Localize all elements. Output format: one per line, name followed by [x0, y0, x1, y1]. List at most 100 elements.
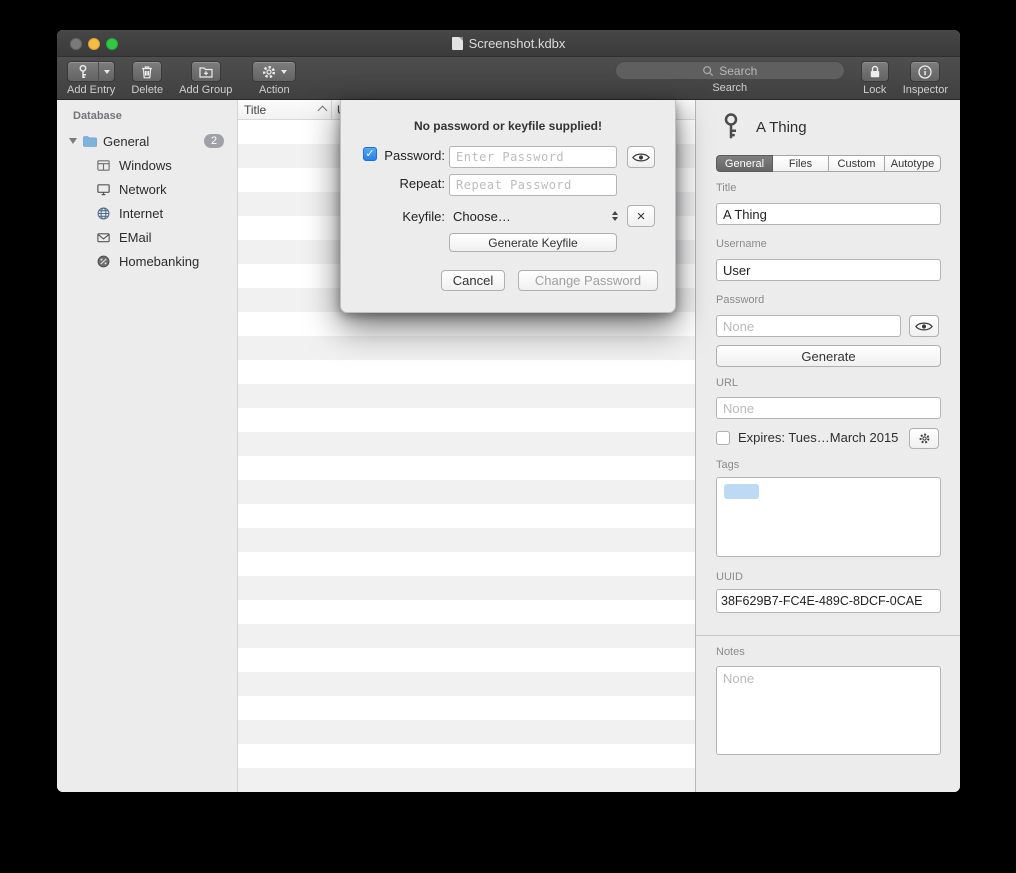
keyfile-value: Choose…: [453, 209, 511, 224]
change-password-dialog: No password or keyfile supplied! ✓ Passw…: [340, 100, 676, 313]
show-password-button[interactable]: [909, 315, 939, 337]
password-input[interactable]: [449, 146, 617, 168]
sidebar-header: Database: [73, 110, 237, 122]
toolbar: Add Entry Delete Add Group: [57, 57, 960, 100]
repeat-password-input[interactable]: [449, 174, 617, 196]
sidebar-item-homebanking[interactable]: Homebanking: [57, 249, 237, 273]
show-password-button[interactable]: [627, 146, 655, 168]
popup-stepper-icon: [612, 211, 618, 221]
generate-keyfile-label: Generate Keyfile: [488, 236, 577, 250]
minimize-button[interactable]: [88, 38, 100, 50]
tags-label: Tags: [716, 459, 739, 471]
generate-label: Generate: [801, 349, 855, 364]
add-entry-dropdown[interactable]: [98, 61, 114, 82]
tag-token[interactable]: [724, 484, 759, 499]
password-field[interactable]: [716, 315, 901, 337]
coin-icon: [96, 254, 111, 269]
lock-button[interactable]: [861, 61, 889, 82]
gear-icon: [918, 432, 931, 445]
cancel-button[interactable]: Cancel: [441, 270, 505, 291]
search-label: Search: [712, 82, 747, 94]
add-entry-button[interactable]: [67, 61, 115, 82]
column-divider[interactable]: [331, 100, 332, 119]
chevron-down-icon: [281, 70, 287, 74]
cancel-label: Cancel: [453, 273, 493, 288]
divider: [696, 635, 960, 636]
tab-files[interactable]: Files: [772, 155, 829, 172]
url-field[interactable]: [716, 397, 941, 419]
action-button[interactable]: [252, 61, 296, 82]
monitor-icon: [96, 182, 111, 197]
sidebar-item-windows[interactable]: Windows: [57, 153, 237, 177]
search-input[interactable]: Search: [615, 61, 845, 80]
folder-icon: [82, 133, 98, 149]
sidebar-item-email[interactable]: EMail: [57, 225, 237, 249]
username-field[interactable]: [716, 259, 941, 281]
eye-icon: [915, 321, 933, 332]
inspector-label: Inspector: [903, 84, 948, 96]
tab-custom[interactable]: Custom: [828, 155, 885, 172]
change-password-button[interactable]: Change Password: [518, 270, 658, 291]
sidebar-item-network[interactable]: Network: [57, 177, 237, 201]
sidebar-item-internet[interactable]: Internet: [57, 201, 237, 225]
group-label: Homebanking: [119, 254, 199, 269]
key-icon: [716, 111, 746, 143]
inspector-toggle-button[interactable]: [910, 61, 940, 82]
titlebar[interactable]: Screenshot.kdbx: [57, 30, 960, 57]
window-title-text: Screenshot.kdbx: [469, 36, 566, 51]
sidebar-item-general[interactable]: General 2: [57, 129, 237, 153]
disclosure-triangle-icon[interactable]: [69, 138, 77, 144]
action-label: Action: [259, 84, 290, 96]
chevron-down-icon: [104, 70, 110, 74]
username-label: Username: [716, 238, 767, 250]
delete-button[interactable]: [132, 61, 162, 82]
notes-field[interactable]: [716, 666, 941, 755]
clear-keyfile-button[interactable]: ×: [627, 205, 655, 227]
url-label: URL: [716, 377, 738, 389]
title-field[interactable]: [716, 203, 941, 225]
search-placeholder: Search: [719, 64, 757, 78]
sort-ascending-icon: [318, 106, 328, 116]
close-icon: ×: [637, 208, 646, 225]
password-checkbox[interactable]: ✓: [363, 147, 377, 161]
title-label: Title: [716, 182, 736, 194]
generate-keyfile-button[interactable]: Generate Keyfile: [449, 233, 617, 252]
window-title: Screenshot.kdbx: [452, 36, 566, 51]
expires-checkbox[interactable]: [716, 431, 730, 445]
trash-icon: [139, 64, 155, 80]
folder-plus-icon: [198, 64, 214, 80]
lock-icon: [867, 64, 883, 80]
inspector-tabs: General Files Custom Autotype: [716, 155, 941, 172]
zoom-button[interactable]: [106, 38, 118, 50]
group-label: General: [103, 134, 149, 149]
column-header-title[interactable]: Title: [244, 103, 266, 117]
uuid-field[interactable]: [716, 589, 941, 613]
inspector-panel: A Thing General Files Custom Autotype Ti…: [695, 100, 960, 792]
gear-icon: [261, 64, 277, 80]
close-button[interactable]: [70, 38, 82, 50]
tab-general[interactable]: General: [716, 155, 773, 172]
window-icon: [96, 158, 111, 173]
password-label: Password:: [381, 148, 445, 163]
document-icon: [452, 37, 463, 50]
tags-field[interactable]: [716, 477, 941, 557]
notes-label: Notes: [716, 646, 745, 658]
expires-settings-button[interactable]: [909, 428, 939, 449]
group-count-badge: 2: [204, 134, 224, 148]
tab-autotype[interactable]: Autotype: [884, 155, 941, 172]
keyfile-label: Keyfile:: [381, 209, 445, 224]
keyfile-popup[interactable]: Choose…: [453, 206, 618, 226]
group-label: Network: [119, 182, 167, 197]
sidebar: Database General 2 Windows Network: [57, 100, 238, 792]
group-label: EMail: [119, 230, 152, 245]
add-group-button[interactable]: [191, 61, 221, 82]
repeat-label: Repeat:: [381, 176, 445, 191]
generate-password-button[interactable]: Generate: [716, 345, 941, 367]
delete-label: Delete: [131, 84, 163, 96]
add-group-label: Add Group: [179, 84, 232, 96]
search-icon: [702, 65, 714, 77]
info-icon: [917, 64, 933, 80]
lock-label: Lock: [863, 84, 886, 96]
envelope-icon: [96, 230, 111, 245]
globe-icon: [96, 206, 111, 221]
